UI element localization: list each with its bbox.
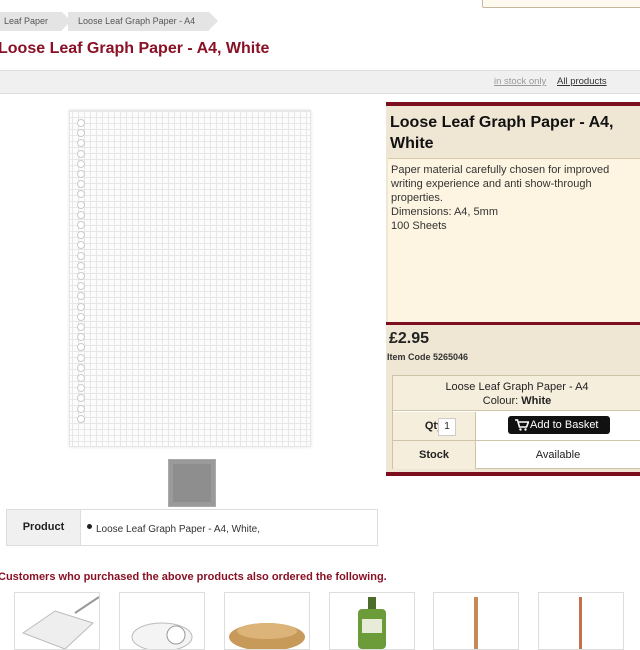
related-product-bowl[interactable]	[224, 592, 310, 650]
product-description: Paper material carefully chosen for impr…	[388, 158, 640, 325]
binder-hole	[77, 190, 85, 199]
binder-hole	[77, 292, 85, 301]
breadcrumb-link-leaf-paper[interactable]: Leaf Paper	[0, 12, 72, 31]
related-product-stick-2[interactable]	[538, 592, 624, 650]
binder-hole	[77, 353, 85, 362]
product-thumbnail[interactable]	[168, 459, 216, 507]
price-divider	[386, 322, 640, 325]
filter-in-stock-link[interactable]: in stock only	[494, 76, 546, 87]
colour-label: Colour:	[482, 395, 519, 407]
bullet-icon	[87, 524, 92, 529]
binder-hole	[77, 200, 85, 209]
spec-value: Loose Leaf Graph Paper - A4, White,	[96, 524, 260, 535]
tape-image	[131, 622, 193, 649]
binder-holes	[77, 119, 85, 429]
page-title: Loose Leaf Graph Paper - A4, White	[0, 40, 270, 57]
binder-hole	[77, 302, 85, 311]
description-line: Dimensions: A4, 5mm	[391, 206, 498, 218]
binder-hole	[77, 394, 85, 403]
binder-hole	[77, 149, 85, 158]
binder-hole	[77, 129, 85, 138]
related-product-correction-tape[interactable]	[119, 592, 205, 650]
binder-hole	[77, 251, 85, 260]
binder-hole	[77, 139, 85, 148]
binder-hole	[77, 272, 85, 280]
variant-name: Loose Leaf Graph Paper - A4	[445, 381, 589, 393]
description-line: Paper material carefully chosen for impr…	[391, 164, 610, 176]
binder-hole	[77, 282, 85, 291]
product-image[interactable]	[69, 110, 311, 447]
spec-header: Product	[7, 510, 81, 545]
add-to-basket-button[interactable]: Add to Basket	[508, 416, 610, 434]
binder-hole	[77, 119, 85, 127]
binder-hole	[77, 210, 85, 219]
binder-hole	[77, 374, 85, 382]
stock-label: Stock	[393, 441, 476, 469]
item-code: Item Code 5265046	[387, 352, 469, 362]
quantity-input[interactable]: 1	[438, 418, 456, 436]
related-product-stick-1[interactable]	[433, 592, 519, 650]
product-title: Loose Leaf Graph Paper - A4, White	[390, 114, 614, 152]
binder-hole	[77, 404, 85, 413]
binder-hole	[77, 159, 85, 168]
binder-hole	[77, 312, 85, 321]
related-product-tray[interactable]	[14, 592, 100, 650]
panel-bottom-bar	[386, 472, 640, 476]
binder-hole	[77, 363, 85, 372]
description-line: properties.	[391, 192, 443, 204]
related-product-soap[interactable]	[329, 592, 415, 650]
binder-hole	[77, 170, 85, 178]
panel-top-bar	[386, 102, 640, 106]
colour-line: Colour: White	[393, 394, 640, 408]
search-box-edge[interactable]	[482, 0, 640, 8]
colour-value: White	[521, 395, 552, 407]
binder-hole	[77, 231, 85, 240]
binder-hole	[77, 333, 85, 342]
description-line: 100 Sheets	[391, 220, 447, 232]
binder-hole	[77, 261, 85, 270]
qty-label: Qty	[393, 412, 476, 440]
spec-table: Product Loose Leaf Graph Paper - A4, Whi…	[6, 509, 378, 546]
cart-icon	[515, 419, 529, 431]
stick-image	[579, 597, 582, 649]
binder-hole	[77, 221, 85, 229]
binder-hole	[77, 241, 85, 250]
breadcrumb: Leaf Paper Loose Leaf Graph Paper - A4	[0, 12, 219, 31]
binder-hole	[77, 414, 85, 423]
binder-hole	[77, 384, 85, 393]
filter-bar: in stock only All products	[0, 70, 640, 94]
description-line: writing experience and anti show-through	[391, 178, 592, 190]
tray-image	[21, 596, 99, 649]
binder-hole	[77, 180, 85, 189]
breadcrumb-link-current[interactable]: Loose Leaf Graph Paper - A4	[68, 12, 219, 31]
stick-image	[474, 597, 478, 649]
variant-header: Loose Leaf Graph Paper - A4 Colour: Whit…	[393, 376, 640, 411]
binder-hole	[77, 343, 85, 352]
price: £2.95	[389, 330, 430, 347]
related-products-heading: Customers who purchased the above produc…	[0, 571, 387, 583]
bowl-image	[229, 623, 305, 649]
add-to-basket-label: Add to Basket	[530, 419, 599, 431]
filter-all-products-link[interactable]: All products	[557, 76, 607, 87]
stock-value: Available	[535, 449, 581, 461]
soap-bottle-image	[358, 597, 386, 649]
binder-hole	[77, 323, 85, 331]
